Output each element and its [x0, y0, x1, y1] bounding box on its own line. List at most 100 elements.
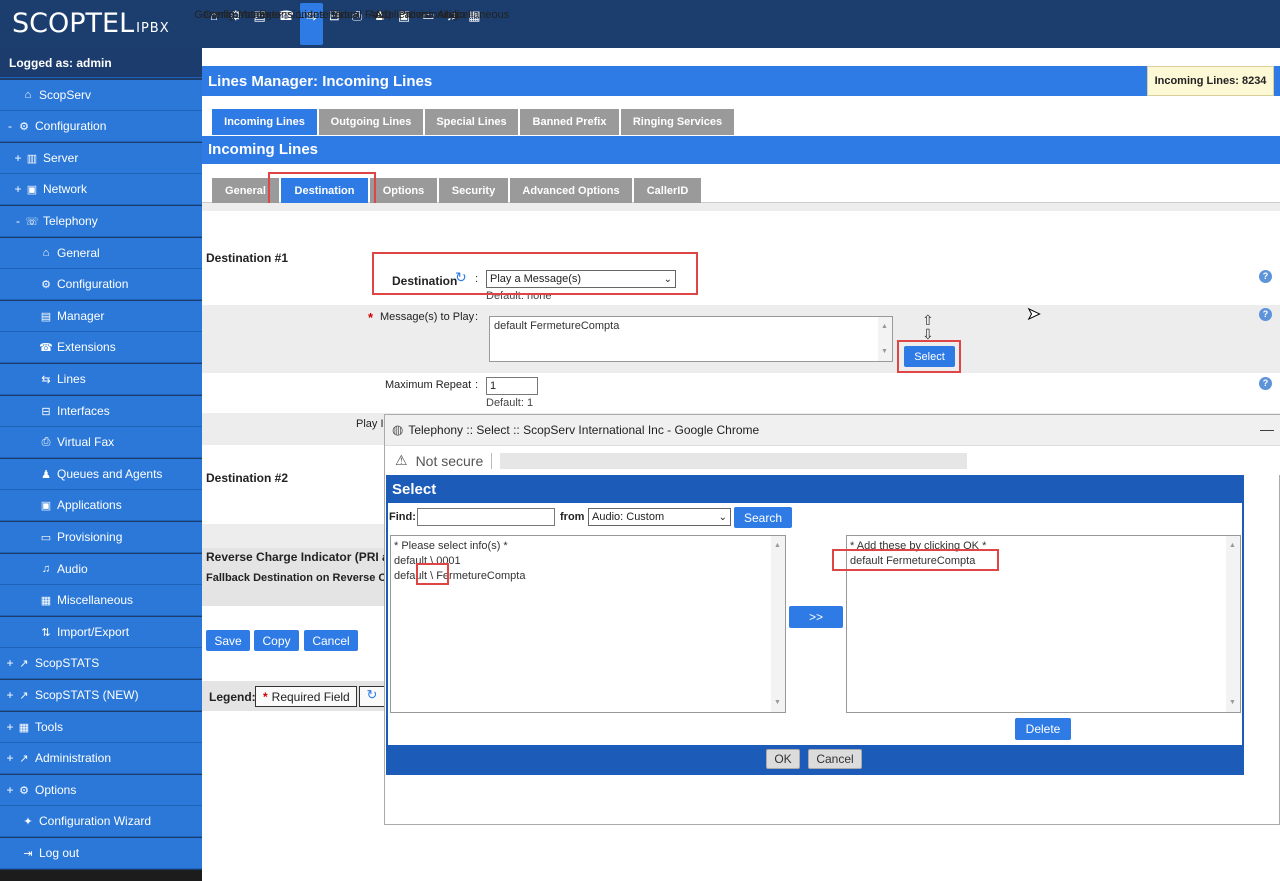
- sidebar-item-label: Configuration Wizard: [39, 814, 152, 828]
- collapse-icon[interactable]: -: [4, 119, 16, 133]
- subtab-callerid[interactable]: CallerID: [634, 178, 701, 204]
- help-icon[interactable]: ?: [1259, 270, 1272, 283]
- globe-icon: ◍: [392, 422, 404, 437]
- nav-miscellaneous[interactable]: ▦ Miscellaneous: [440, 3, 510, 45]
- sidebar-item-configuration[interactable]: ⚙ Configuration: [0, 269, 202, 300]
- expand-icon[interactable]: +: [4, 783, 16, 797]
- tab-ringing-services[interactable]: Ringing Services: [621, 109, 734, 135]
- collapse-icon[interactable]: -: [12, 214, 24, 228]
- gear-icon: ⚙: [19, 120, 29, 133]
- ok-button[interactable]: OK: [766, 749, 800, 769]
- select-button-highlight: [897, 340, 961, 373]
- minimize-button[interactable]: —: [1260, 421, 1274, 437]
- sidebar-item-administration[interactable]: + ↗ Administration: [0, 743, 202, 774]
- list-item[interactable]: default \ 0001: [394, 554, 782, 569]
- save-button[interactable]: Save: [206, 630, 250, 651]
- sidebar-item-general[interactable]: ⌂ General: [0, 238, 202, 269]
- scrollbar[interactable]: ▲ ▼: [1226, 536, 1240, 712]
- max-repeat-label: Maximum Repeat: [385, 379, 472, 391]
- expand-icon[interactable]: +: [4, 751, 16, 765]
- add-selected-button[interactable]: >>: [789, 606, 843, 628]
- sidebar-item-scopserv[interactable]: ⌂ ScopServ: [0, 80, 202, 111]
- scrollbar[interactable]: ▲ ▼: [771, 536, 785, 712]
- user-icon: ♟: [41, 468, 51, 481]
- sidebar-item-virtual-fax[interactable]: ⎙ Virtual Fax: [0, 427, 202, 458]
- sidebar-item-lines[interactable]: ⇆ Lines: [0, 364, 202, 395]
- top-navbar: SCOPTEL IPBX ⌂ General ⚙ Configuration ▤ Manag…: [0, 0, 1280, 48]
- expand-icon[interactable]: +: [4, 688, 16, 702]
- sidebar-item-configuration[interactable]: - ⚙ Configuration: [0, 111, 202, 142]
- sidebar-item-provisioning[interactable]: ▭ Provisioning: [0, 522, 202, 553]
- sidebar-item-scopstats[interactable]: + ↗ ScopSTATS: [0, 648, 202, 679]
- item-highlight: [416, 563, 449, 585]
- subtab-advanced-options[interactable]: Advanced Options: [510, 178, 632, 204]
- expand-icon[interactable]: +: [12, 151, 24, 165]
- cancel-button[interactable]: Cancel: [304, 630, 358, 651]
- sidebar-item-applications[interactable]: ▣ Applications: [0, 490, 202, 521]
- sidebar-item-label: Configuration: [35, 119, 107, 133]
- select-dialog-body: Find: from Audio: Custom ⌄ Search * Pleas…: [388, 503, 1242, 745]
- expand-icon[interactable]: +: [4, 656, 16, 670]
- destination-highlight: [372, 252, 698, 295]
- home-icon: ⌂: [42, 247, 50, 259]
- sidebar-item-import-export[interactable]: ⇅ Import/Export: [0, 617, 202, 648]
- subtab-security[interactable]: Security: [439, 178, 508, 204]
- sidebar-item-log-out[interactable]: ⇥ Log out: [0, 838, 202, 869]
- sidebar-item-interfaces[interactable]: ⊟ Interfaces: [0, 396, 202, 427]
- sidebar-item-queues-and-agents[interactable]: ♟ Queues and Agents: [0, 459, 202, 490]
- sidebar-item-tools[interactable]: + ▦ Tools: [0, 712, 202, 743]
- sidebar-item-telephony[interactable]: - ☏ Telephony: [0, 206, 202, 237]
- sidebar-item-miscellaneous[interactable]: ▦ Miscellaneous: [0, 585, 202, 616]
- tab-banned-prefix[interactable]: Banned Prefix: [520, 109, 619, 135]
- tab-special-lines[interactable]: Special Lines: [425, 109, 518, 135]
- delete-button[interactable]: Delete: [1015, 718, 1071, 740]
- tab-outgoing-lines[interactable]: Outgoing Lines: [319, 109, 423, 135]
- admin-icon: ↗: [19, 752, 29, 765]
- copy-button[interactable]: Copy: [254, 630, 299, 651]
- move-down-icon[interactable]: ⇩: [922, 327, 934, 341]
- sidebar-item-label: Queues and Agents: [57, 467, 163, 481]
- popup-cancel-button[interactable]: Cancel: [808, 749, 862, 769]
- grid-icon: ▦: [40, 594, 52, 607]
- list-item[interactable]: * Please select info(s) *: [394, 539, 782, 554]
- sidebar-item-label: General: [57, 246, 100, 260]
- search-button[interactable]: Search: [734, 507, 792, 528]
- nav-extensions[interactable]: ☎ Extensions: [259, 3, 313, 45]
- sidebar-item-label: Telephony: [43, 214, 98, 228]
- tab-incoming-lines[interactable]: Incoming Lines: [212, 109, 317, 135]
- sidebar-item-configuration-wizard[interactable]: ✦ Configuration Wizard: [0, 806, 202, 837]
- find-input[interactable]: [417, 508, 555, 526]
- gear-icon: ⚙: [19, 784, 29, 797]
- subtab-options[interactable]: Options: [370, 178, 437, 204]
- sidebar-item-extensions[interactable]: ☎ Extensions: [0, 332, 202, 363]
- nav-virtual-fax[interactable]: ⎙ Virtual Fax: [331, 3, 383, 45]
- sidebar-item-manager[interactable]: ▤ Manager: [0, 301, 202, 332]
- import-export-icon: ⇅: [41, 626, 51, 639]
- list-item[interactable]: default \ FermetureCompta: [394, 569, 782, 584]
- sidebar-item-server[interactable]: + ▥ Server: [0, 143, 202, 174]
- manager-icon: ▤: [40, 310, 52, 323]
- music-icon: ♫: [41, 563, 51, 575]
- max-repeat-input[interactable]: 1: [486, 377, 538, 395]
- expand-icon[interactable]: +: [4, 720, 16, 734]
- expand-icon[interactable]: +: [12, 182, 24, 196]
- sidebar-item-label: Options: [35, 783, 77, 797]
- sidebar-item-options[interactable]: + ⚙ Options: [0, 775, 202, 806]
- help-icon[interactable]: ?: [1259, 308, 1272, 321]
- scrollbar[interactable]: ▲ ▼: [878, 317, 892, 361]
- available-items-list[interactable]: * Please select info(s) * default \ 0001…: [390, 535, 786, 713]
- sidebar-item-network[interactable]: + ▣ Network: [0, 174, 202, 205]
- sidebar-item-label: Provisioning: [57, 530, 123, 544]
- sidebar-item-label: Log out: [39, 846, 80, 860]
- sidebar-item-label: Audio: [57, 562, 88, 576]
- sidebar-item-label: ScopSTATS: [35, 656, 100, 670]
- from-select[interactable]: Audio: Custom ⌄: [588, 508, 731, 526]
- messages-textarea[interactable]: default FermetureCompta ▲ ▼: [489, 316, 893, 362]
- sidebar-item-audio[interactable]: ♫ Audio: [0, 554, 202, 585]
- move-up-icon[interactable]: ⇧: [922, 313, 934, 327]
- max-repeat-default: Default: 1: [486, 397, 534, 409]
- sidebar-item-label: ScopServ: [39, 88, 92, 102]
- help-icon[interactable]: ?: [1259, 377, 1272, 390]
- sidebar-item-scopstats-new[interactable]: + ↗ ScopSTATS (NEW): [0, 680, 202, 711]
- url-field[interactable]: [500, 452, 968, 469]
